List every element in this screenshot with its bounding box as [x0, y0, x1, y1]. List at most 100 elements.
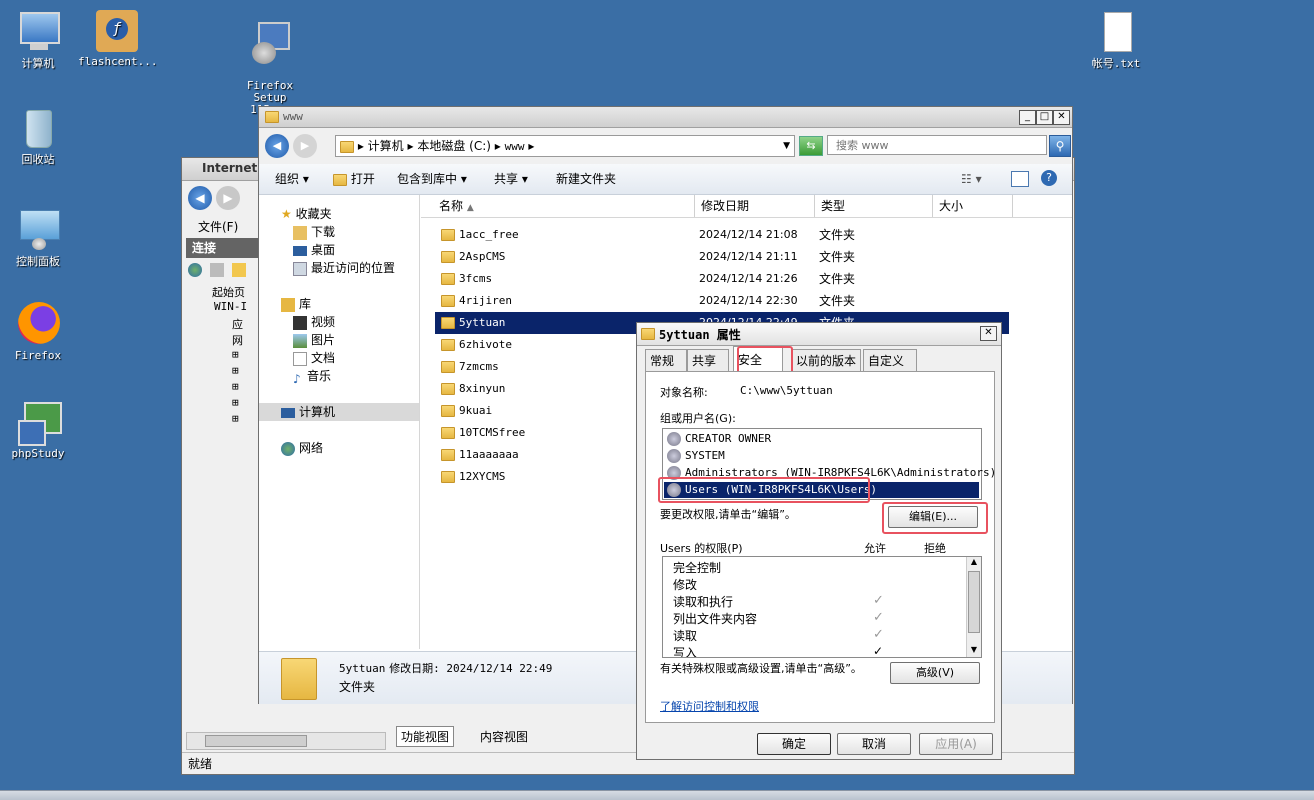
- forward-button[interactable]: ▶: [293, 134, 317, 158]
- nav-pictures[interactable]: 图片: [293, 331, 335, 349]
- address-bar[interactable]: ▸ 计算机 ▸ 本地磁盘 (C:) ▸ www ▸ ▼: [335, 135, 795, 157]
- nav-recent[interactable]: 最近访问的位置: [293, 259, 395, 277]
- nav-music[interactable]: ♪ 音乐: [293, 367, 331, 386]
- nav-documents[interactable]: 文档: [293, 349, 335, 367]
- tree-item-site[interactable]: ⊞: [196, 380, 260, 396]
- open-button[interactable]: 打开: [333, 164, 375, 194]
- nav-downloads[interactable]: 下载: [293, 223, 335, 241]
- column-header-size[interactable]: 大小: [933, 195, 1013, 217]
- horizontal-scrollbar[interactable]: [186, 732, 386, 750]
- refresh-button[interactable]: ⇆: [799, 136, 823, 156]
- tree-item-site[interactable]: ⊞: [196, 364, 260, 380]
- desktop-icon-label: 控制面板: [16, 255, 60, 268]
- nav-libraries[interactable]: 库: [281, 295, 311, 313]
- advanced-button[interactable]: 高级(V): [890, 662, 980, 684]
- file-row[interactable]: 4rijiren 2024/12/14 22:30 文件夹: [421, 290, 1072, 312]
- breadcrumb-drive[interactable]: 本地磁盘 (C:): [417, 139, 491, 153]
- ok-button[interactable]: 确定: [757, 733, 831, 755]
- tab-content-view[interactable]: 内容视图: [476, 728, 532, 745]
- preview-pane-icon[interactable]: [1011, 171, 1029, 187]
- tree-item-sites[interactable]: 网: [196, 332, 260, 348]
- desktop-icon-label: phpStudy: [11, 447, 65, 460]
- column-header-name[interactable]: 名称 ▲: [433, 195, 695, 217]
- breadcrumb-computer[interactable]: 计算机: [368, 139, 404, 153]
- view-options-icon[interactable]: ☷ ▾: [961, 164, 982, 194]
- object-name-label: 对象名称:: [660, 386, 708, 399]
- desktop-icon-control-panel[interactable]: 控制面板: [0, 208, 76, 268]
- file-row[interactable]: 2AspCMS 2024/12/14 21:11 文件夹: [421, 246, 1072, 268]
- desktop-icon-firefox-setup[interactable]: Firefox Setup 115...: [232, 8, 308, 116]
- apply-button[interactable]: 应用(A): [919, 733, 993, 755]
- connect-icon[interactable]: [231, 262, 246, 277]
- tab-sharing[interactable]: 共享: [687, 349, 729, 371]
- iis-menu-file[interactable]: 文件(F): [198, 218, 238, 235]
- close-button[interactable]: ✕: [980, 326, 997, 341]
- permissions-scrollbar[interactable]: ▲ ▼: [966, 557, 981, 657]
- folder-icon: [441, 295, 455, 307]
- share-button[interactable]: 共享 ▾: [494, 164, 528, 194]
- tab-general[interactable]: 常规: [645, 349, 687, 371]
- desktop-icon-flash[interactable]: ƒ flashcent...: [78, 8, 157, 68]
- tree-item-site[interactable]: ⊞: [196, 412, 260, 428]
- save-icon[interactable]: [209, 262, 224, 277]
- tree-item-start[interactable]: 起始页: [196, 284, 260, 300]
- nav-computer-selected[interactable]: 计算机: [259, 403, 419, 421]
- desktop-icon-label: Firefox: [14, 349, 62, 362]
- large-folder-icon: [281, 658, 317, 700]
- explorer-titlebar[interactable]: www _ □ ✕: [259, 107, 1072, 128]
- details-name: 5yttuan: [339, 662, 386, 675]
- column-header-type[interactable]: 类型: [815, 195, 933, 217]
- learn-access-control-link[interactable]: 了解访问控制和权限: [660, 698, 759, 714]
- folder-icon: [441, 317, 455, 329]
- nav-network[interactable]: 网络: [281, 439, 323, 457]
- globe-icon[interactable]: [188, 262, 202, 277]
- file-row[interactable]: 1acc_free 2024/12/14 21:08 文件夹: [421, 224, 1072, 246]
- desktop-icon-firefox[interactable]: Firefox: [0, 302, 76, 362]
- tree-item-server[interactable]: WIN-I: [196, 300, 260, 316]
- minimize-button[interactable]: _: [1019, 110, 1036, 125]
- tree-item-app-pools[interactable]: 应: [196, 316, 260, 332]
- help-icon[interactable]: ?: [1041, 170, 1057, 186]
- forward-button[interactable]: ▶: [216, 186, 240, 210]
- search-icon[interactable]: ⚲: [1049, 135, 1071, 157]
- downloads-icon: [293, 225, 307, 240]
- tab-customize[interactable]: 自定义: [863, 349, 917, 371]
- nav-desktop[interactable]: 桌面: [293, 241, 335, 259]
- firefox-icon: [16, 302, 60, 346]
- cancel-button[interactable]: 取消: [837, 733, 911, 755]
- column-header-date[interactable]: 修改日期: [695, 195, 815, 217]
- users-icon: [667, 432, 681, 446]
- desktop-icon-phpstudy[interactable]: phpStudy: [0, 400, 76, 460]
- desktop-icon-txt[interactable]: 帐号.txt: [1078, 10, 1154, 70]
- breadcrumb-folder[interactable]: www: [505, 140, 525, 153]
- tab-features-view[interactable]: 功能视图: [396, 726, 455, 747]
- desktop-icon-recycle-bin[interactable]: 回收站: [0, 106, 76, 166]
- permission-row: 修改: [673, 578, 698, 592]
- file-row[interactable]: 3fcms 2024/12/14 21:26 文件夹: [421, 268, 1072, 290]
- folder-icon: [641, 328, 655, 340]
- tab-previous-versions[interactable]: 以前的版本: [791, 349, 861, 371]
- new-folder-button[interactable]: 新建文件夹: [556, 164, 616, 194]
- search-input[interactable]: [827, 135, 1047, 155]
- user-item[interactable]: SYSTEM: [667, 448, 725, 464]
- nav-favorites[interactable]: ★ 收藏夹: [281, 205, 332, 223]
- properties-dialog[interactable]: 5yttuan 属性 ✕ 常规 共享 安全 以前的版本 自定义 对象名称: C:…: [636, 322, 1002, 760]
- desktop-icon-computer[interactable]: 计算机: [0, 10, 76, 70]
- maximize-button[interactable]: □: [1036, 110, 1053, 125]
- organize-button[interactable]: 组织 ▾: [275, 164, 309, 194]
- user-item[interactable]: CREATOR OWNER: [667, 431, 771, 447]
- close-button[interactable]: ✕: [1053, 110, 1070, 125]
- permission-row: 写入 ✓: [673, 644, 884, 658]
- iis-title: Internet: [202, 161, 258, 175]
- back-button[interactable]: ◀: [188, 186, 212, 210]
- address-row: ◀ ▶ ▸ 计算机 ▸ 本地磁盘 (C:) ▸ www ▸ ▼ ⇆ ⚲: [259, 128, 1072, 164]
- recent-places-icon: [293, 261, 307, 276]
- dialog-titlebar[interactable]: 5yttuan 属性 ✕: [637, 323, 1001, 346]
- tree-item-site[interactable]: ⊞: [196, 396, 260, 412]
- back-button[interactable]: ◀: [265, 134, 289, 158]
- address-dropdown-icon[interactable]: ▼: [783, 136, 790, 156]
- nav-videos[interactable]: 视频: [293, 313, 335, 331]
- desktop-icon: [293, 245, 307, 256]
- include-in-library-button[interactable]: 包含到库中 ▾: [397, 164, 467, 194]
- tree-item-site[interactable]: ⊞: [196, 348, 260, 364]
